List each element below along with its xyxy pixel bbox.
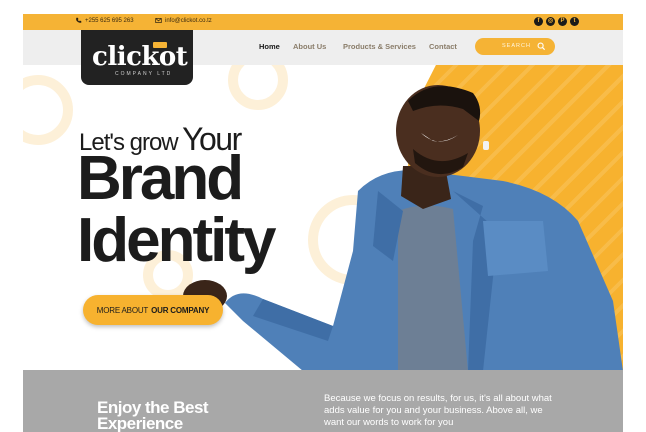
hero-section: Let's grow Your Brand Identity MORE ABOU… <box>23 65 623 370</box>
top-contact-bar: +255 625 695 263 info@clickot.co.tz f ◎ … <box>23 14 623 30</box>
nav-item-about[interactable]: About Us <box>293 42 326 51</box>
phone-icon <box>76 17 82 23</box>
logo-wordmark: clickot <box>92 42 188 72</box>
nav-item-products-services[interactable]: Products & Services <box>343 42 416 51</box>
cta-emphasis: OUR COMPANY <box>151 305 210 315</box>
experience-heading: Enjoy the Best Experience <box>97 398 209 432</box>
decorative-ring <box>23 75 73 145</box>
email-address: info@clickot.co.tz <box>165 17 212 24</box>
logo-subtitle: COMPANY LTD <box>115 71 173 77</box>
cta-prefix: MORE ABOUT <box>96 305 149 315</box>
more-about-company-button[interactable]: MORE ABOUT OUR COMPANY <box>83 295 223 325</box>
experience-text: Because we focus on results, for us, it'… <box>324 393 552 428</box>
nav-item-home[interactable]: Home <box>259 42 280 51</box>
page-frame: +255 625 695 263 info@clickot.co.tz f ◎ … <box>23 14 623 432</box>
envelope-icon <box>155 18 162 23</box>
hero-title-brand: Brand <box>77 144 244 213</box>
social-links: f ◎ P t <box>534 17 579 26</box>
phone-number: +255 625 695 263 <box>85 17 134 24</box>
phone-contact[interactable]: +255 625 695 263 <box>75 17 134 24</box>
pinterest-icon[interactable]: P <box>558 17 567 26</box>
hero-title-identity: Identity <box>77 206 276 275</box>
email-contact[interactable]: info@clickot.co.tz <box>155 17 212 24</box>
instagram-icon[interactable]: ◎ <box>546 17 555 26</box>
twitter-icon[interactable]: t <box>570 17 579 26</box>
search-icon[interactable] <box>537 42 546 51</box>
nav-item-contact[interactable]: Contact <box>429 42 457 51</box>
facebook-icon[interactable]: f <box>534 17 543 26</box>
clickot-logo[interactable]: clickot COMPANY LTD <box>81 30 193 85</box>
search-placeholder: SEARCH <box>502 43 531 49</box>
experience-band: Enjoy the Best Experience Because we foc… <box>23 370 623 432</box>
search-input[interactable]: SEARCH <box>475 38 555 55</box>
